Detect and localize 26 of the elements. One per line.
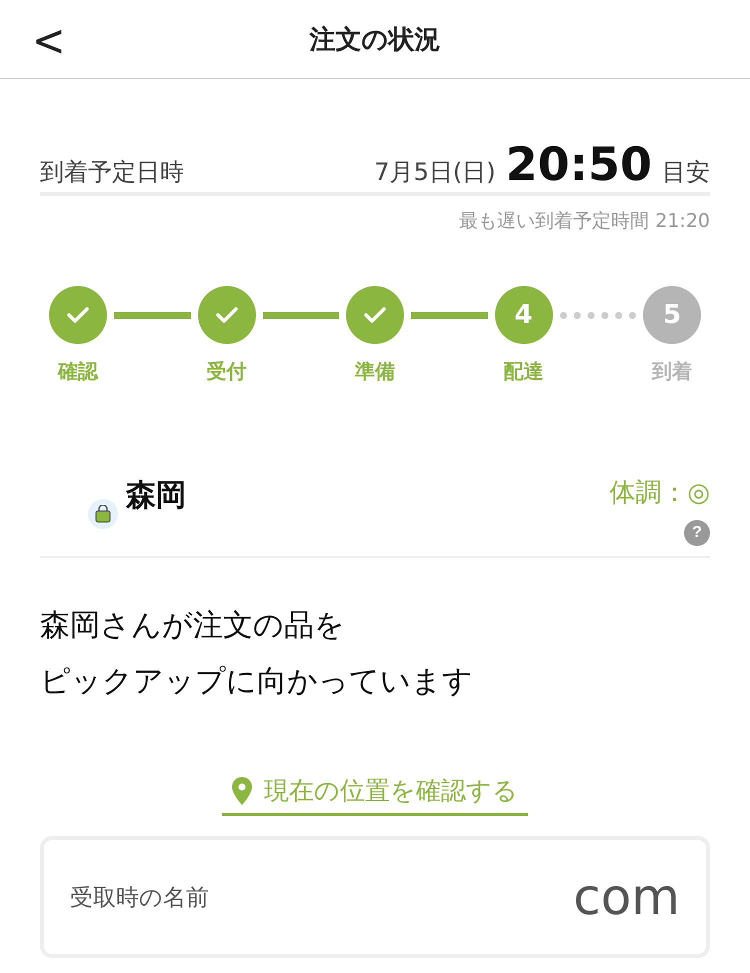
estimate-label: 目安 [662, 157, 710, 188]
check-icon [66, 306, 90, 324]
arrival-label: 到着予定日時 [40, 157, 184, 188]
location-link[interactable]: 現在の位置を確認する [222, 774, 528, 816]
step-number: 5 [662, 300, 682, 330]
step-label: 確認 [58, 358, 98, 385]
help-button[interactable]: ? [684, 520, 710, 546]
arrival-time: 20:50 [506, 141, 652, 187]
step-label: 到着 [652, 358, 692, 385]
page-title: 注文の状況 [310, 24, 440, 56]
status-message: ピックアップに向かっています [40, 663, 473, 701]
location-pin-icon [232, 776, 252, 804]
step-label: 準備 [355, 358, 395, 385]
back-button[interactable]: < [26, 16, 72, 66]
status-message: 森岡さんが注文の品を [40, 607, 345, 645]
pickup-name-label: 受取時の名前 [70, 884, 209, 912]
condition-text: 体調：◎ [609, 477, 710, 510]
latest-arrival-text: 最も遅い到着予定時間 21:20 [459, 210, 710, 232]
check-icon [214, 306, 238, 324]
step-label: 受付 [206, 358, 246, 385]
check-icon [363, 306, 387, 324]
arrival-date: 7月5日(日) [374, 157, 496, 188]
step-label: 配達 [504, 358, 544, 385]
step-number: 4 [514, 300, 533, 330]
courier-name: 森岡 [126, 477, 186, 515]
pickup-name-value: com [573, 868, 680, 926]
